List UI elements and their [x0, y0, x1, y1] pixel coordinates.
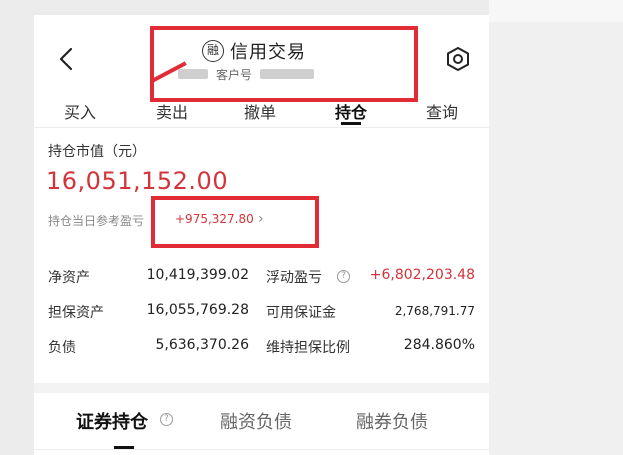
divider: [34, 449, 489, 450]
left-margin: [0, 0, 34, 455]
help-icon[interactable]: ?: [160, 413, 173, 426]
tab-positions[interactable]: 持仓: [335, 99, 367, 123]
settings-button[interactable]: [442, 43, 474, 75]
daily-pnl-label: 持仓当日参考盈亏: [48, 214, 145, 228]
maintenance-ratio-label: 维持担保比例: [266, 340, 350, 356]
tab-sell[interactable]: 卖出: [156, 99, 188, 123]
tab-query[interactable]: 查询: [426, 99, 458, 123]
collateral-label: 担保资产: [48, 305, 104, 321]
section-gap: [34, 383, 489, 393]
active-tab-indicator: [341, 122, 361, 125]
right-margin: [489, 0, 623, 455]
tab-holdings[interactable]: 证券持仓: [76, 408, 148, 434]
annotation-box-header: [150, 26, 418, 102]
market-value: 16,051,152.00: [46, 167, 229, 195]
market-value-label: 持仓市值（元）: [48, 144, 146, 160]
available-margin-value: 2,768,791.77: [394, 304, 475, 318]
maintenance-ratio-value: 284.860%: [403, 337, 475, 353]
tab-short-debt[interactable]: 融券负债: [356, 408, 428, 434]
tab-buy[interactable]: 买入: [64, 99, 96, 123]
net-assets-value: 10,419,399.02: [146, 267, 249, 283]
screen: 融 信用交易 客户号 买入 卖出 撤单 持仓 查询 持仓市值（元） 16,051…: [0, 0, 623, 455]
net-assets-label: 净资产: [48, 270, 90, 286]
back-button[interactable]: [56, 43, 78, 75]
help-icon[interactable]: ?: [337, 270, 350, 283]
floating-pnl-label: 浮动盈亏: [266, 270, 322, 286]
liabilities-label: 负债: [48, 340, 76, 356]
tab-cancel[interactable]: 撤单: [244, 99, 276, 123]
collateral-value: 16,055,769.28: [146, 302, 249, 318]
floating-pnl-value: +6,802,203.48: [369, 267, 475, 283]
liabilities-value: 5,636,370.26: [155, 337, 249, 353]
top-strip: [489, 0, 623, 22]
hexagon-gear-icon: [447, 46, 469, 72]
tab-margin-debt[interactable]: 融资负债: [220, 408, 292, 434]
divider: [34, 127, 489, 128]
available-margin-label: 可用保证金: [266, 305, 336, 321]
chevron-left-icon: [59, 47, 73, 71]
annotation-box-pnl: [151, 196, 319, 248]
